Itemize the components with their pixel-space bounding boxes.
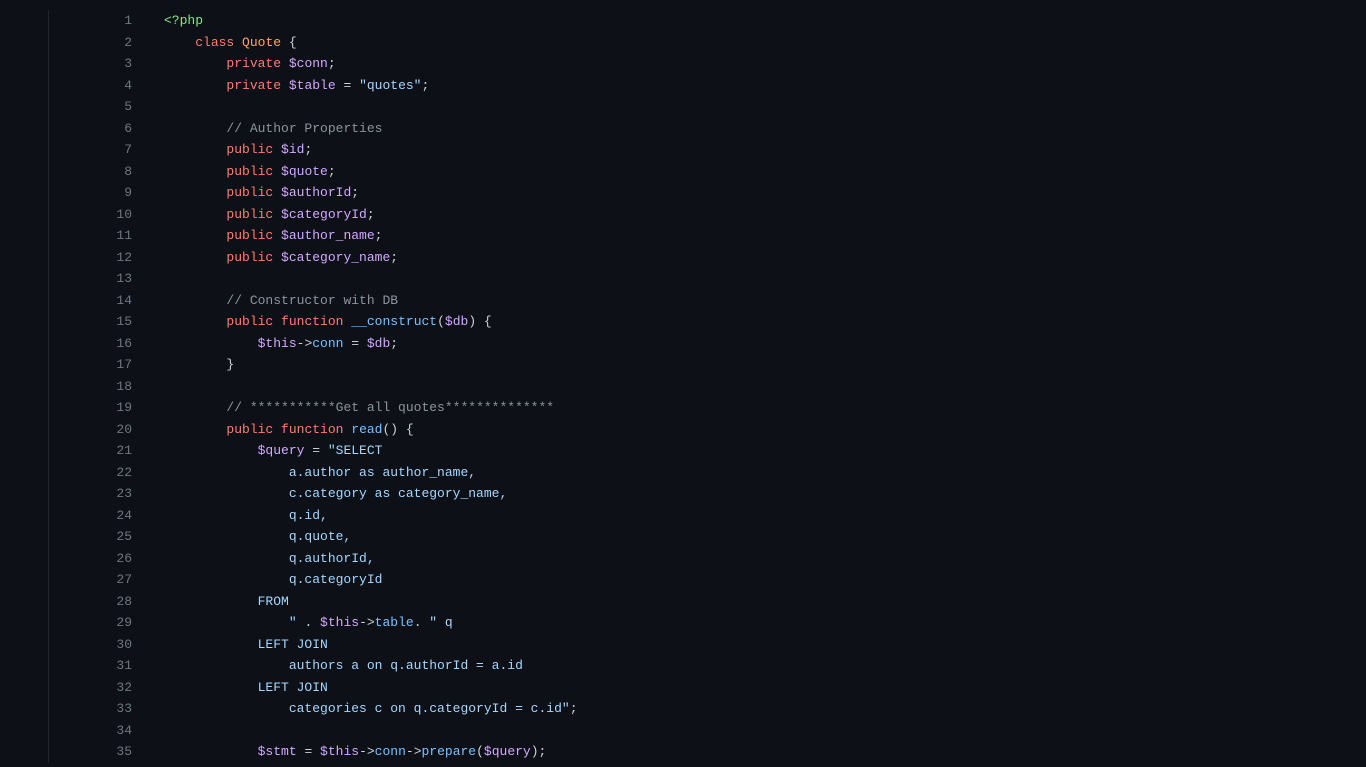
- code-line: categories c on q.categoryId = c.id";: [164, 698, 1366, 720]
- line-number: 10: [49, 204, 132, 226]
- code-line: public function read() {: [164, 419, 1366, 441]
- code-line: <?php: [164, 10, 1366, 32]
- line-number: 5: [49, 96, 132, 118]
- line-number: 14: [49, 290, 132, 312]
- code-line: public function __construct($db) {: [164, 311, 1366, 333]
- line-number: 19: [49, 397, 132, 419]
- line-number: 6: [49, 118, 132, 140]
- code-line: public $id;: [164, 139, 1366, 161]
- line-number: 2: [49, 32, 132, 54]
- line-number: 24: [49, 505, 132, 527]
- line-number: 3: [49, 53, 132, 75]
- blank-line: [164, 96, 1366, 118]
- code-line: private $table = "quotes";: [164, 75, 1366, 97]
- code-editor[interactable]: 1234567891011121314151617181920212223242…: [0, 0, 1366, 763]
- code-line: }: [164, 354, 1366, 376]
- blank-line: [164, 720, 1366, 742]
- code-line: q.id,: [164, 505, 1366, 527]
- code-line: q.authorId,: [164, 548, 1366, 570]
- line-number: 22: [49, 462, 132, 484]
- code-line: // Constructor with DB: [164, 290, 1366, 312]
- line-number: 13: [49, 268, 132, 290]
- code-line: $stmt = $this->conn->prepare($query);: [164, 741, 1366, 763]
- line-number: 21: [49, 440, 132, 462]
- line-number: 30: [49, 634, 132, 656]
- code-line: private $conn;: [164, 53, 1366, 75]
- line-number: 29: [49, 612, 132, 634]
- line-number: 34: [49, 720, 132, 742]
- line-number: 33: [49, 698, 132, 720]
- line-number-gutter: 1234567891011121314151617181920212223242…: [48, 10, 148, 763]
- code-line: " . $this->table. " q: [164, 612, 1366, 634]
- code-line: q.quote,: [164, 526, 1366, 548]
- code-line: LEFT JOIN: [164, 634, 1366, 656]
- code-line: public $author_name;: [164, 225, 1366, 247]
- line-number: 16: [49, 333, 132, 355]
- line-number: 11: [49, 225, 132, 247]
- line-number: 26: [49, 548, 132, 570]
- code-line: public $category_name;: [164, 247, 1366, 269]
- line-number: 18: [49, 376, 132, 398]
- line-number: 7: [49, 139, 132, 161]
- line-number: 1: [49, 10, 132, 32]
- blank-line: [164, 376, 1366, 398]
- line-number: 28: [49, 591, 132, 613]
- code-line: public $quote;: [164, 161, 1366, 183]
- line-number: 8: [49, 161, 132, 183]
- line-number: 23: [49, 483, 132, 505]
- code-line: // Author Properties: [164, 118, 1366, 140]
- code-line: a.author as author_name,: [164, 462, 1366, 484]
- code-line: $query = "SELECT: [164, 440, 1366, 462]
- code-line: $this->conn = $db;: [164, 333, 1366, 355]
- line-number: 17: [49, 354, 132, 376]
- code-line: // ***********Get all quotes************…: [164, 397, 1366, 419]
- code-line: LEFT JOIN: [164, 677, 1366, 699]
- line-number: 9: [49, 182, 132, 204]
- line-number: 15: [49, 311, 132, 333]
- code-line: FROM: [164, 591, 1366, 613]
- code-line: public $authorId;: [164, 182, 1366, 204]
- code-line: c.category as category_name,: [164, 483, 1366, 505]
- line-number: 27: [49, 569, 132, 591]
- blank-line: [164, 268, 1366, 290]
- line-number: 32: [49, 677, 132, 699]
- line-number: 25: [49, 526, 132, 548]
- line-number: 35: [49, 741, 132, 763]
- line-number: 12: [49, 247, 132, 269]
- code-line: public $categoryId;: [164, 204, 1366, 226]
- code-content[interactable]: <?php class Quote { private $conn; priva…: [148, 10, 1366, 763]
- code-line: q.categoryId: [164, 569, 1366, 591]
- line-number: 4: [49, 75, 132, 97]
- code-line: authors a on q.authorId = a.id: [164, 655, 1366, 677]
- line-number: 20: [49, 419, 132, 441]
- line-number: 31: [49, 655, 132, 677]
- code-line: class Quote {: [164, 32, 1366, 54]
